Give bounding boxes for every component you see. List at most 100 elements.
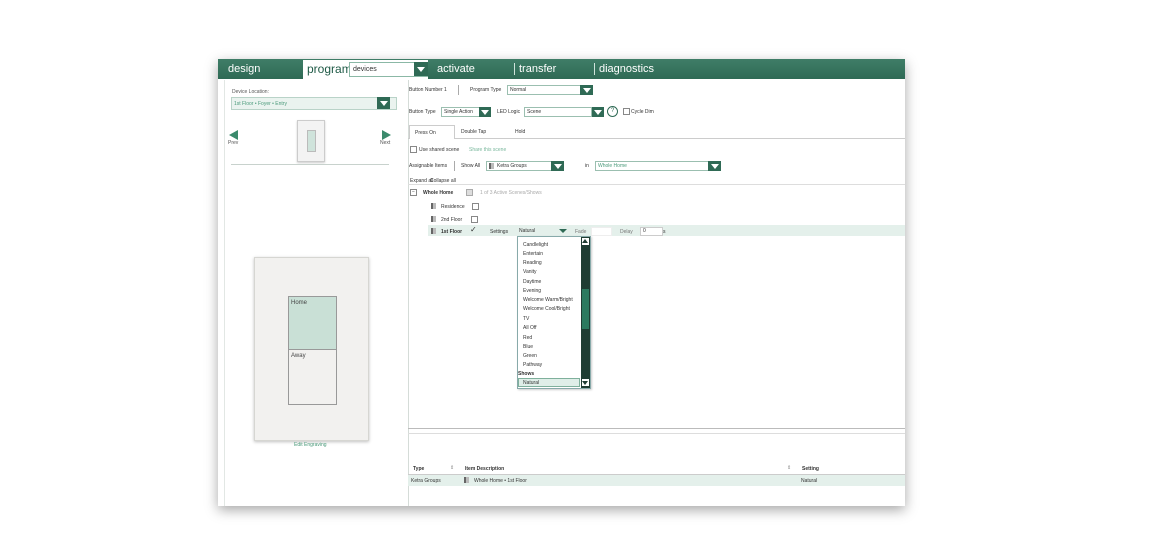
scroll-down-icon[interactable] <box>582 379 589 386</box>
dropdown-option[interactable]: Reading <box>523 260 542 266</box>
tab-bar-line <box>408 138 905 139</box>
table-header-description[interactable]: Item Description <box>465 466 504 472</box>
table-cell-type: Ketra Groups <box>411 478 441 484</box>
next-label[interactable]: Next <box>380 140 390 146</box>
delay-value: 0 <box>643 228 646 234</box>
keypad-button-label: Away <box>291 353 306 359</box>
button-type-value: Single Action <box>444 109 473 115</box>
tree-root-checkbox[interactable] <box>466 189 473 196</box>
table-cell-setting: Natural <box>801 478 818 484</box>
location-dropdown-icon[interactable] <box>708 161 721 171</box>
settings-dropdown-list: Candlelight Entertain Reading Vanity Day… <box>517 236 591 389</box>
dropdown-option[interactable]: Green <box>523 353 537 359</box>
sort-icon[interactable]: ⇕ <box>450 465 454 471</box>
table-row[interactable]: Ketra Groups Whole Home • 1st Floor Natu… <box>408 475 905 486</box>
use-shared-scene-checkbox[interactable] <box>410 146 417 153</box>
settings-dropdown-icon[interactable] <box>559 229 567 233</box>
splitter-line[interactable] <box>408 428 905 429</box>
checkmark-icon[interactable]: ✓ <box>470 225 477 234</box>
collapse-toggle-icon[interactable]: − <box>410 189 417 196</box>
button-type-select[interactable]: Single Action <box>441 107 480 117</box>
table-header-setting[interactable]: Setting <box>802 466 819 472</box>
separator <box>458 85 459 95</box>
dropdown-option[interactable]: Candlelight <box>523 242 548 248</box>
device-location-value: 1st Floor • Foyer • Entry <box>234 101 287 107</box>
devices-dropdown-icon[interactable] <box>414 62 428 76</box>
tree-root-status: 1 of 3 Active Scenes/Shows <box>480 190 542 196</box>
ketra-group-icon <box>464 477 469 483</box>
ketra-groups-value: Ketra Groups <box>497 163 527 169</box>
led-logic-select[interactable]: Scene <box>524 107 592 117</box>
delay-unit: s <box>663 229 666 235</box>
program-type-value: Normal <box>510 87 527 93</box>
settings-label: Settings <box>490 229 509 235</box>
next-arrow-icon[interactable] <box>382 130 391 140</box>
dropdown-option[interactable]: Entertain <box>523 251 543 257</box>
dropdown-option[interactable]: Welcome Warm/Bright <box>523 297 573 303</box>
nav-tab-activate[interactable]: activate <box>437 59 475 79</box>
nav-tab-design[interactable]: design <box>228 59 260 79</box>
led-logic-value: Scene <box>527 109 542 115</box>
tree-item-residence: Residence <box>441 204 465 210</box>
keypad-button-home[interactable]: Home <box>288 296 337 350</box>
dropdown-option[interactable]: All Off <box>523 325 537 331</box>
dropdown-scrollbar[interactable] <box>581 237 590 388</box>
tree-item-1st-floor: 1st Floor <box>441 229 463 235</box>
keypad-thumbnail-button <box>307 130 316 152</box>
dropdown-option[interactable]: Pathway <box>523 362 542 368</box>
fade-label: Fade <box>575 229 587 235</box>
led-logic-label: LED Logic <box>497 109 521 115</box>
sort-icon[interactable]: ⇕ <box>787 465 791 471</box>
2nd-floor-checkbox[interactable] <box>471 216 478 223</box>
dropdown-option[interactable]: Red <box>523 335 532 341</box>
settings-select[interactable]: Natural <box>517 227 576 235</box>
program-type-dropdown-icon[interactable] <box>580 85 593 95</box>
table-header-type[interactable]: Type <box>413 466 424 472</box>
dropdown-option[interactable]: Welcome Cool/Bright <box>523 306 570 312</box>
devices-select-value: devices <box>353 66 377 73</box>
led-logic-dropdown-icon[interactable] <box>592 107 604 117</box>
fade-input[interactable] <box>591 227 612 236</box>
main-content: Button Number 1 Program Type Normal Butt… <box>408 80 905 506</box>
keypad-thumbnail <box>297 120 325 162</box>
dropdown-option[interactable]: Blue <box>523 344 533 350</box>
keypad-button-away[interactable]: Away <box>288 349 337 405</box>
cycle-dim-checkbox[interactable] <box>623 108 630 115</box>
tree-root-label: Whole Home <box>423 190 454 196</box>
delay-input[interactable]: 0 <box>640 227 663 236</box>
residence-checkbox[interactable] <box>472 203 479 210</box>
program-type-label: Program Type <box>470 87 502 93</box>
help-icon[interactable]: ? <box>607 106 618 117</box>
dropdown-group-shows: Shows <box>518 371 535 377</box>
program-type-select[interactable]: Normal <box>507 85 581 95</box>
prev-label[interactable]: Prev <box>228 140 238 146</box>
nav-tab-diagnostics[interactable]: diagnostics <box>599 59 654 79</box>
keypad-faceplate: Home Away <box>254 257 369 441</box>
tab-double-tap[interactable]: Double Tap <box>461 129 486 135</box>
button-type-dropdown-icon[interactable] <box>479 107 491 117</box>
scroll-thumb[interactable] <box>582 289 589 329</box>
prev-arrow-icon[interactable] <box>229 130 238 140</box>
tab-press-on[interactable]: Press On <box>409 125 455 139</box>
dropdown-option[interactable]: Evening <box>523 288 541 294</box>
use-shared-scene-label: Use shared scene <box>419 147 460 153</box>
nav-tab-transfer[interactable]: transfer <box>519 59 556 79</box>
device-location-field[interactable]: 1st Floor • Foyer • Entry <box>231 97 397 110</box>
dropdown-option[interactable]: TV <box>523 316 529 322</box>
left-panel: Device Location: 1st Floor • Foyer • Ent… <box>224 80 409 506</box>
ketra-groups-dropdown-icon[interactable] <box>551 161 564 171</box>
dropdown-option[interactable]: Vanity <box>523 269 537 275</box>
dropdown-option[interactable]: Daytime <box>523 279 541 285</box>
ketra-groups-select[interactable]: Ketra Groups <box>486 161 552 171</box>
scroll-up-icon[interactable] <box>582 238 589 245</box>
down-triangle-icon <box>582 381 588 385</box>
dropdown-option-selected[interactable]: Natural <box>518 378 580 387</box>
edit-engraving-link[interactable]: Edit Engraving <box>294 442 327 448</box>
tree-item-2nd-floor: 2nd Floor <box>441 217 463 223</box>
tab-hold[interactable]: Hold <box>515 129 525 135</box>
device-location-dropdown-icon[interactable] <box>377 97 390 109</box>
location-select[interactable]: Whole Home <box>595 161 709 171</box>
cycle-dim-label: Cycle Dim <box>631 109 654 115</box>
share-scene-link[interactable]: Share this scene <box>469 147 506 153</box>
top-nav-bar: design program devices activate transfer… <box>218 59 905 79</box>
